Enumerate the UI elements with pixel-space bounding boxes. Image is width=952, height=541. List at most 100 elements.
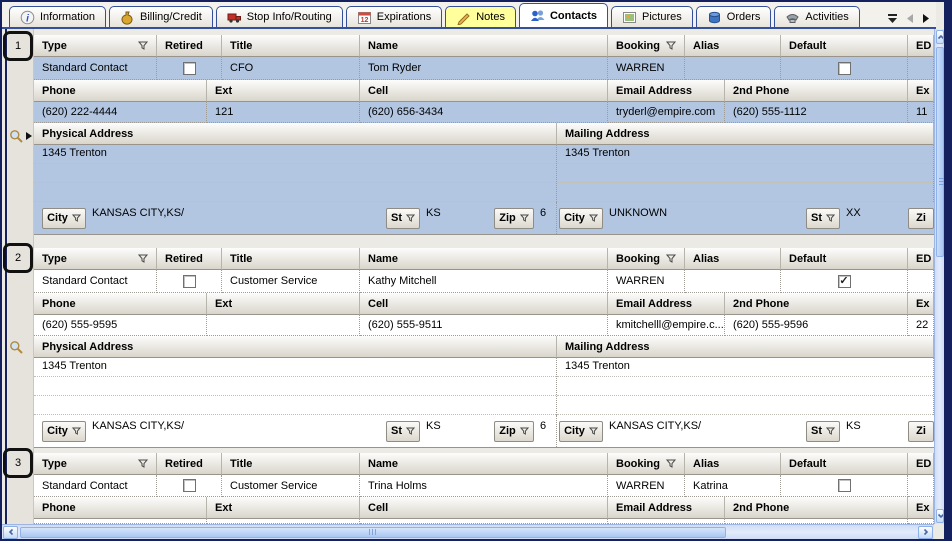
col-alias[interactable]: Alias (685, 248, 781, 270)
mail-city-value[interactable]: KANSAS CITY,KS/ (603, 420, 806, 442)
default-checkbox[interactable] (838, 62, 851, 75)
phys-st-value[interactable]: KS (420, 207, 494, 229)
col-physical-address[interactable]: Physical Address (34, 336, 557, 358)
city-filter-button[interactable]: City (42, 421, 86, 442)
zip-filter-button[interactable]: Zip (494, 208, 534, 229)
ext2-value[interactable]: 22 (908, 315, 934, 336)
col-phone[interactable]: Phone (34, 293, 207, 315)
mail-city-value[interactable]: UNKNOWN (603, 207, 806, 229)
tab-stop-info-routing[interactable]: Stop Info/Routing (216, 6, 343, 27)
col-phone[interactable]: Phone (34, 497, 207, 519)
type-value[interactable]: Standard Contact (34, 57, 157, 80)
phys-st-value[interactable]: KS (420, 420, 494, 442)
physical-address-value[interactable]: 1345 Trenton (34, 145, 556, 164)
name-value[interactable]: Trina Holms (360, 475, 608, 497)
tab-information[interactable]: i Information (9, 6, 106, 27)
filter-icon[interactable] (138, 41, 148, 50)
magnifier-icon[interactable] (9, 129, 24, 144)
col-default[interactable]: Default (781, 453, 908, 475)
title-value[interactable]: Customer Service (222, 270, 360, 293)
contact-main-row[interactable]: Standard Contact Customer Service Trina … (34, 475, 934, 497)
default-checkbox[interactable] (838, 479, 851, 492)
name-value[interactable]: Kathy Mitchell (360, 270, 608, 293)
col-ed[interactable]: ED (908, 453, 934, 475)
col-type[interactable]: Type (34, 453, 157, 475)
city-filter-button[interactable]: City (559, 208, 603, 229)
contact-record-2[interactable]: Type Retired Title Name Booking Alias De… (34, 248, 934, 448)
col-ed[interactable]: ED (908, 248, 934, 270)
col-retired[interactable]: Retired (157, 35, 222, 57)
col-mailing-address[interactable]: Mailing Address (557, 336, 934, 358)
vertical-scrollbar[interactable] (934, 29, 944, 524)
type-value[interactable]: Standard Contact (34, 270, 157, 293)
st-filter-button[interactable]: St (806, 208, 840, 229)
ext-value[interactable]: 121 (207, 102, 360, 123)
ed-value[interactable] (908, 57, 934, 80)
email-value[interactable]: kmitchelll@empire.c... (608, 315, 725, 336)
scroll-up-button[interactable] (936, 30, 944, 44)
phys-zip-value[interactable]: 6 (534, 207, 556, 229)
ed-value[interactable] (908, 270, 934, 293)
col-type[interactable]: Type (34, 35, 157, 57)
col-email[interactable]: Email Address (608, 293, 725, 315)
col-2nd-phone[interactable]: 2nd Phone (725, 80, 908, 102)
physical-address-cell[interactable]: 1345 Trenton (34, 145, 557, 202)
contact-phone-row[interactable]: (620) 222-4444 121 (620) 656-3434 tryder… (34, 102, 934, 123)
more-tabs-icon[interactable] (887, 14, 898, 23)
col-booking[interactable]: Booking (608, 35, 685, 57)
col-default[interactable]: Default (781, 248, 908, 270)
phone-value[interactable]: (620) 222-4444 (34, 102, 207, 123)
title-value[interactable]: CFO (222, 57, 360, 80)
vertical-scroll-thumb[interactable] (936, 47, 944, 257)
st-filter-button[interactable]: St (806, 421, 840, 442)
alias-value[interactable] (685, 57, 781, 80)
mail-st-value[interactable]: KS (840, 420, 908, 442)
col-booking[interactable]: Booking (608, 453, 685, 475)
st-filter-button[interactable]: St (386, 208, 420, 229)
col-ex[interactable]: Ex (908, 293, 934, 315)
col-name[interactable]: Name (360, 248, 608, 270)
tab-expirations[interactable]: 12 Expirations (346, 6, 442, 27)
alias-value[interactable] (685, 270, 781, 293)
email-value[interactable]: tryderl@empire.com (608, 102, 725, 123)
col-email[interactable]: Email Address (608, 497, 725, 519)
col-alias[interactable]: Alias (685, 35, 781, 57)
col-alias[interactable]: Alias (685, 453, 781, 475)
scroll-left-button[interactable] (3, 526, 18, 539)
mail-st-value[interactable]: XX (840, 207, 908, 229)
col-phone[interactable]: Phone (34, 80, 207, 102)
ext-value[interactable] (207, 315, 360, 336)
phys-city-value[interactable]: KANSAS CITY,KS/ (86, 420, 386, 442)
col-ext[interactable]: Ext (207, 80, 360, 102)
phone-value[interactable]: (620) 555-9595 (34, 315, 207, 336)
col-2nd-phone[interactable]: 2nd Phone (725, 293, 908, 315)
col-mailing-address[interactable]: Mailing Address (557, 123, 934, 145)
tab-contacts[interactable]: Contacts (519, 3, 608, 27)
col-title[interactable]: Title (222, 248, 360, 270)
horizontal-scrollbar[interactable] (2, 524, 934, 539)
cell-value[interactable]: (620) 555-9511 (360, 315, 608, 336)
col-name[interactable]: Name (360, 35, 608, 57)
filter-icon[interactable] (138, 254, 148, 263)
col-default[interactable]: Default (781, 35, 908, 57)
booking-value[interactable]: WARREN (608, 475, 685, 497)
zip-filter-button[interactable]: Zip (494, 421, 534, 442)
phys-zip-value[interactable]: 6 (534, 420, 556, 442)
col-type[interactable]: Type (34, 248, 157, 270)
booking-value[interactable]: WARREN (608, 57, 685, 80)
prev-tab-icon[interactable] (906, 14, 914, 23)
col-cell[interactable]: Cell (360, 293, 608, 315)
tab-pictures[interactable]: Pictures (611, 6, 693, 27)
col-booking[interactable]: Booking (608, 248, 685, 270)
tab-activities[interactable]: Activities (774, 6, 859, 27)
tab-billing-credit[interactable]: Billing/Credit (109, 6, 213, 27)
col-physical-address[interactable]: Physical Address (34, 123, 557, 145)
col-ext[interactable]: Ext (207, 497, 360, 519)
physical-address-value[interactable]: 1345 Trenton (34, 358, 556, 377)
col-ext[interactable]: Ext (207, 293, 360, 315)
mailing-address-cell[interactable]: 1345 Trenton (557, 145, 934, 202)
next-tab-icon[interactable] (922, 14, 930, 23)
cell-value[interactable]: (620) 656-3434 (360, 102, 608, 123)
tab-orders[interactable]: Orders (696, 6, 772, 27)
magnifier-icon[interactable] (9, 340, 24, 355)
